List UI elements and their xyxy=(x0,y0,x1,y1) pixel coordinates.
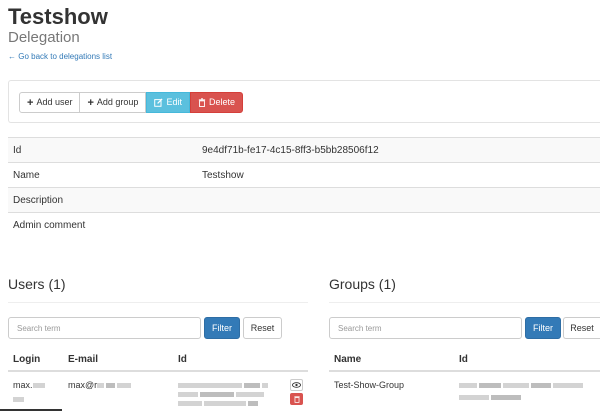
group-id-cell xyxy=(459,380,585,391)
detail-key: Description xyxy=(13,195,64,206)
redacted-block xyxy=(178,392,198,398)
page-title: Testshow xyxy=(8,4,108,29)
toolbar-panel: + Add user + Add group Edit Delete xyxy=(8,80,600,123)
user-login-cell: max. xyxy=(13,380,47,391)
groups-col-id: Id xyxy=(459,354,468,365)
user-email: max@r xyxy=(68,380,98,390)
users-col-login: Login xyxy=(13,354,41,365)
redacted-block xyxy=(178,401,202,407)
users-search-input[interactable] xyxy=(8,317,201,339)
edit-icon xyxy=(154,98,163,107)
detail-row-id: Id 9e4df71b-fe17-4c15-8ff3-b5bb28506f12 xyxy=(8,137,600,162)
groups-col-name: Name xyxy=(334,354,362,365)
detail-row-admin-comment: Admin comment xyxy=(8,212,600,237)
edit-button[interactable]: Edit xyxy=(146,92,190,113)
add-user-label: Add user xyxy=(36,97,73,107)
groups-search-input[interactable] xyxy=(329,317,522,339)
redacted-block xyxy=(503,383,529,389)
redacted-block xyxy=(459,383,477,389)
detail-key: Admin comment xyxy=(13,220,86,231)
add-group-button[interactable]: + Add group xyxy=(80,92,147,113)
redacted-block xyxy=(491,395,521,401)
detail-row-description: Description xyxy=(8,187,600,212)
users-filter-button[interactable]: Filter xyxy=(204,317,240,339)
detail-row-name: Name Testshow xyxy=(8,162,600,187)
groups-filter-button[interactable]: Filter xyxy=(525,317,561,339)
redacted-block xyxy=(97,383,105,389)
redacted-block xyxy=(459,395,489,401)
trash-icon xyxy=(198,98,206,107)
users-section-title: Users (1) xyxy=(8,276,66,292)
details-table: Id 9e4df71b-fe17-4c15-8ff3-b5bb28506f12 … xyxy=(8,137,600,237)
detail-value: Testshow xyxy=(202,170,244,181)
user-login: max. xyxy=(13,380,33,390)
redacted-block xyxy=(531,383,551,389)
eye-icon xyxy=(292,382,301,388)
users-col-email: E-mail xyxy=(68,354,99,365)
edit-label: Edit xyxy=(166,97,182,107)
redacted-block xyxy=(244,383,260,389)
groups-reset-button[interactable]: Reset xyxy=(563,317,600,339)
action-button-group: + Add user + Add group Edit Delete xyxy=(19,92,243,113)
users-divider xyxy=(8,302,308,303)
groups-divider xyxy=(329,302,600,303)
redacted-block xyxy=(236,392,264,398)
redacted-block xyxy=(204,401,246,407)
delete-label: Delete xyxy=(208,97,235,107)
user-id-cell-line3 xyxy=(178,398,260,409)
redacted-block xyxy=(178,383,242,389)
detail-key: Name xyxy=(13,170,40,181)
group-name-cell: Test-Show-Group xyxy=(334,380,405,390)
group-id-cell-line2 xyxy=(459,392,523,403)
view-user-button[interactable] xyxy=(290,379,303,391)
redacted-block xyxy=(117,383,132,389)
add-group-label: Add group xyxy=(96,97,139,107)
redacted-block xyxy=(200,392,234,398)
trash-icon xyxy=(293,395,300,403)
redacted-block xyxy=(106,383,116,389)
detail-key: Id xyxy=(13,145,22,156)
remove-user-button[interactable] xyxy=(290,393,303,405)
redacted-block xyxy=(553,383,583,389)
delete-button[interactable]: Delete xyxy=(189,92,243,113)
plus-icon: + xyxy=(87,96,94,109)
user-login-cell-line2 xyxy=(13,394,26,405)
redacted-block xyxy=(13,397,24,403)
back-to-list-link[interactable]: ← Go back to delegations list xyxy=(8,51,112,62)
groups-section-title: Groups (1) xyxy=(329,276,396,292)
add-user-button[interactable]: + Add user xyxy=(19,92,81,113)
users-reset-button[interactable]: Reset xyxy=(243,317,282,339)
detail-value: 9e4df71b-fe17-4c15-8ff3-b5bb28506f12 xyxy=(202,145,379,156)
plus-icon: + xyxy=(27,96,34,109)
redacted-block xyxy=(32,383,45,389)
groups-header-divider xyxy=(329,370,600,372)
users-header-divider xyxy=(8,370,308,372)
users-col-id: Id xyxy=(178,354,187,365)
redacted-block xyxy=(479,383,501,389)
redacted-block xyxy=(248,401,258,407)
redacted-block xyxy=(262,383,268,389)
user-email-cell: max@r xyxy=(68,380,133,391)
page-subtitle: Delegation xyxy=(8,29,80,46)
